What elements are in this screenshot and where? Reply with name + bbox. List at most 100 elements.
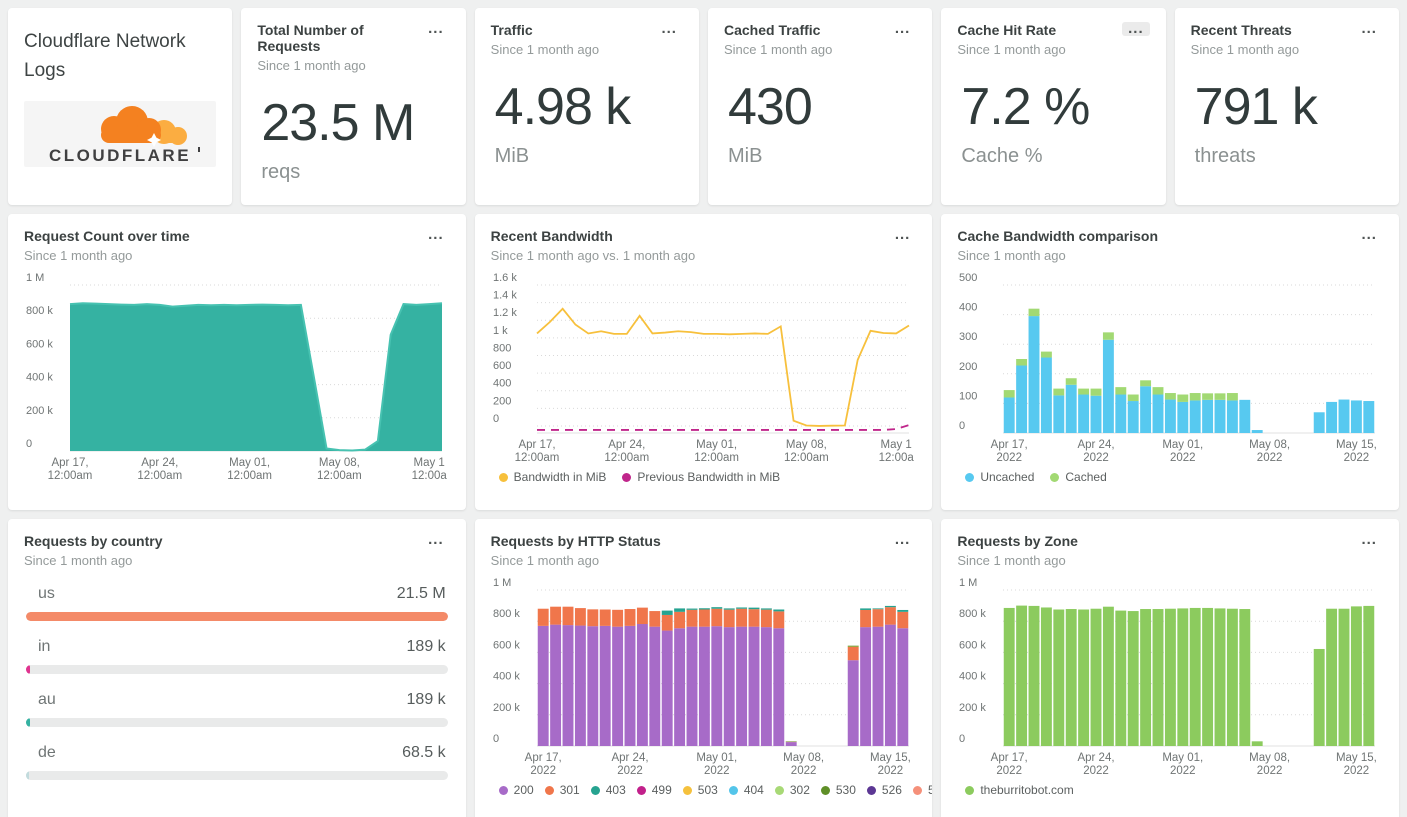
svg-text:800: 800 (493, 342, 511, 354)
svg-text:2022: 2022 (1084, 765, 1110, 777)
request-count-chart[interactable]: 0 200 k 400 k 600 k 800 k1 M Apr 17, 12:00am Ap… (24, 269, 450, 483)
svg-text:12:00am: 12:00am (694, 452, 739, 464)
svg-text:2022: 2022 (790, 765, 816, 777)
ellipsis-menu-icon[interactable]: ... (1122, 21, 1150, 36)
svg-text:May 01,: May 01, (696, 439, 737, 451)
panel-title: Cache Bandwidth comparison (957, 228, 1159, 244)
legend-item[interactable]: 503 (682, 783, 718, 797)
panel-title: Request Count over time (24, 228, 190, 244)
stat-unit: reqs (261, 161, 301, 183)
stat-card-cache-hit-rate: Cache Hit Rate Since 1 month ago ... 7.2… (941, 8, 1166, 205)
svg-text:May 15,: May 15, (1336, 439, 1377, 451)
legend-label: 503 (697, 783, 718, 797)
svg-text:Apr 17,: Apr 17, (991, 752, 1028, 764)
country-label: au (38, 691, 56, 708)
ellipsis-menu-icon[interactable]: ... (655, 21, 683, 36)
legend-item[interactable]: 524 (912, 783, 932, 797)
svg-text:12:00am: 12:00am (604, 452, 649, 464)
card-title: Cache Hit Rate (957, 22, 1057, 38)
legend-dot-icon (682, 785, 692, 795)
svg-text:1 M: 1 M (959, 577, 977, 589)
stat-card-total-requests: Total Number of Requests Since 1 month a… (241, 8, 466, 205)
legend-label: 526 (881, 783, 902, 797)
chart-legend: theburritobot.com (957, 783, 1383, 797)
legend-item[interactable]: Uncached (965, 470, 1034, 484)
legend-dot-icon (498, 472, 508, 482)
stat-value: 7.2 % (961, 78, 1090, 136)
legend-item[interactable]: 530 (820, 783, 856, 797)
cloudflare-logo: CLOUDFLARE (24, 101, 217, 167)
country-bar[interactable] (26, 771, 29, 780)
legend-label: 499 (651, 783, 672, 797)
svg-text:May 08,: May 08, (783, 752, 824, 764)
ellipsis-menu-icon[interactable]: ... (889, 532, 917, 547)
svg-text:2022: 2022 (1344, 452, 1370, 464)
ellipsis-menu-icon[interactable]: ... (889, 227, 917, 242)
country-row: in 189 k (24, 638, 450, 656)
panel-subtitle: Since 1 month ago (957, 248, 1066, 263)
country-value: 189 k (406, 638, 446, 655)
svg-text:600 k: 600 k (493, 639, 520, 651)
svg-text:600 k: 600 k (959, 639, 986, 651)
svg-text:400 k: 400 k (26, 372, 53, 384)
recent-bandwidth-chart[interactable]: 0 200 400 600 800 1 k 1.2 k 1.4 k 1.6 k Apr 17, 12… (491, 269, 917, 465)
stat-card-cached-traffic: Cached Traffic Since 1 month ago ... 430… (707, 8, 933, 205)
card-subtitle: Since 1 month ago (490, 42, 600, 57)
chart-panel-request-count: Request Count over time Since 1 month ag… (8, 214, 466, 510)
chart-panel-cache-bandwidth: Cache Bandwidth comparison Since 1 month… (941, 214, 1399, 510)
legend-dot-icon (622, 472, 632, 482)
svg-text:0: 0 (959, 420, 965, 432)
panel-title: Requests by country (24, 533, 163, 549)
legend-item[interactable]: theburritobot.com (965, 783, 1074, 797)
ellipsis-menu-icon[interactable]: ... (1355, 532, 1383, 547)
legend-item[interactable]: 499 (636, 783, 672, 797)
breakdown-row: Requests by country Since 1 month ago ..… (8, 519, 1399, 817)
svg-text:2022: 2022 (1257, 765, 1283, 777)
svg-text:Apr 17,: Apr 17, (518, 439, 555, 451)
ellipsis-menu-icon[interactable]: ... (889, 21, 917, 36)
legend-item[interactable]: 526 (866, 783, 902, 797)
svg-text:May 1: May 1 (880, 439, 911, 451)
svg-text:500: 500 (959, 272, 977, 284)
svg-text:1 k: 1 k (493, 325, 508, 337)
legend-item[interactable]: 403 (590, 783, 626, 797)
legend-label: Bandwidth in MiB (513, 470, 607, 484)
svg-text:2022: 2022 (1170, 765, 1196, 777)
ellipsis-menu-icon[interactable]: ... (422, 21, 450, 36)
legend-item[interactable]: 301 (544, 783, 580, 797)
ellipsis-menu-icon[interactable]: ... (422, 227, 450, 242)
ellipsis-menu-icon[interactable]: ... (1355, 21, 1383, 36)
legend-dot-icon (965, 785, 975, 795)
brand-card: Cloudflare Network Logs CLOUDFLARE (8, 8, 233, 205)
svg-text:May 15,: May 15, (1336, 752, 1377, 764)
legend-item[interactable]: 200 (498, 783, 534, 797)
country-bar[interactable] (26, 612, 448, 621)
country-row: us 21.5 M (24, 585, 450, 603)
cache-bandwidth-chart[interactable]: 0 100 200 300 400 500 Apr 17, 2022 Apr 24, 2022 Ma… (957, 269, 1383, 465)
legend-dot-icon (965, 472, 975, 482)
legend-item[interactable]: Cached (1050, 470, 1107, 484)
requests-by-http-status-chart[interactable]: 0 200 k 400 k 600 k 800 k1 M Apr 17, 2022 Apr 2… (491, 574, 917, 778)
cloudflare-logo-image: CLOUDFLARE (49, 106, 201, 165)
stat-unit: MiB (727, 145, 763, 167)
legend-label: 302 (789, 783, 810, 797)
legend-item[interactable]: Previous Bandwidth in MiB (622, 470, 780, 484)
legend-item[interactable]: Bandwidth in MiB (498, 470, 607, 484)
requests-by-country-chart[interactable]: us 21.5 M in 189 k au 189 k de 68.5 k (24, 585, 450, 780)
svg-text:0: 0 (493, 413, 499, 425)
legend-item[interactable]: 404 (728, 783, 764, 797)
svg-text:200 k: 200 k (493, 702, 520, 714)
ellipsis-menu-icon[interactable]: ... (1355, 227, 1383, 242)
svg-text:Apr 24,: Apr 24, (1078, 439, 1115, 451)
card-subtitle: Since 1 month ago (1190, 42, 1300, 57)
svg-text:1.2 k: 1.2 k (493, 307, 517, 319)
ellipsis-menu-icon[interactable]: ... (422, 532, 450, 547)
legend-item[interactable]: 302 (774, 783, 810, 797)
svg-text:800 k: 800 k (26, 305, 53, 317)
legend-label: theburritobot.com (980, 783, 1074, 797)
requests-by-zone-chart[interactable]: 0 200 k 400 k 600 k 800 k1 M Apr 17, 2022 Apr 2… (957, 574, 1383, 778)
svg-text:12:00am: 12:00am (317, 470, 362, 482)
country-bar[interactable] (26, 718, 30, 727)
country-bar[interactable] (26, 665, 30, 674)
svg-text:12:00a: 12:00a (412, 470, 448, 482)
